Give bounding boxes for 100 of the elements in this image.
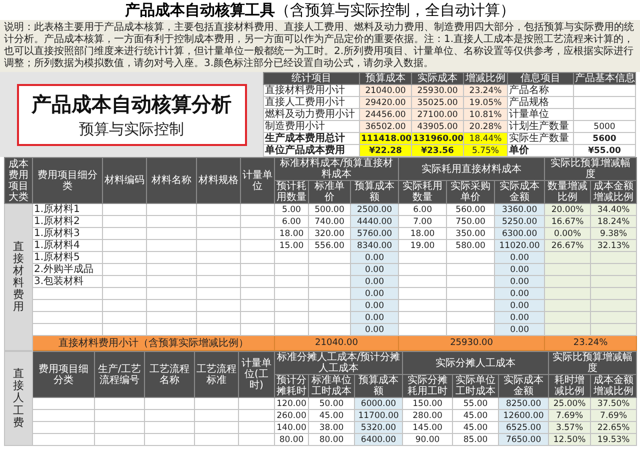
table-cell: 55.00 [452, 398, 499, 410]
table-cell: 35025.00 [412, 96, 464, 108]
column-header: 增减比例 [464, 72, 508, 84]
table-cell: 6400.00 [354, 434, 403, 446]
table-cell: ¥23.56 [412, 144, 464, 156]
table-cell: 产品名称 [508, 84, 574, 96]
table-cell: 27100.00 [412, 108, 464, 120]
table-cell: 8250.00 [498, 398, 549, 410]
table-cell: 2.外购半成品 [32, 264, 102, 276]
table-cell: 0.00 [350, 252, 399, 264]
table-cell: 145.00 [402, 422, 453, 434]
table-cell: 0.00 [350, 276, 399, 288]
table-cell: 0.00 [494, 288, 545, 300]
description-text: 说明：此表格主要用于产品成本核算，主要包括直接材料费用、直接人工费用、燃料及动力费用、制造费用四大部分，包括预算与实际费用的统计分析。产品成本核算，一方面有利于控制成本费用，另一方面可以作为产品定价的重要依据。注：1.直接人工成本是按照工艺流程来计算的，也可以直接按照部门维度来进行统计计算，但计量单位一般都统一为工时。2.所列费用项目、计量单位、名称设置等仅供参考，应根据实际进行调整；所列数据为模拟数值，请勿对号入座。3.颜色标注部分已经设置自动公式，请勿录入数据。 [0, 20, 640, 72]
banner-title: 产品成本自动核算分析 [32, 90, 232, 118]
table-cell: 1.原材料4 [32, 240, 102, 252]
table-cell: 16.67% [544, 216, 591, 228]
column-header: 数量增减比例 [544, 180, 591, 204]
column-header: 实际采购单价 [446, 180, 495, 204]
table-cell: 1.原材料1 [32, 204, 102, 216]
table-cell: 750.00 [446, 216, 495, 228]
column-header: 生产/工艺流程编号 [94, 352, 144, 398]
column-header: 材料名称 [146, 158, 196, 204]
table-cell: 45.00 [452, 422, 499, 434]
table-cell: 29420.00 [360, 96, 412, 108]
column-header: 标准材料成本/预算直接材料成本 [274, 158, 399, 180]
column-header: 材料编码 [102, 158, 146, 204]
table-cell: 22.65% [590, 422, 637, 434]
table-cell: 燃料及动力费用小计 [264, 108, 360, 120]
table-cell: 1.原材料2 [32, 216, 102, 228]
table-cell: 0.00 [350, 312, 399, 324]
column-header: 预算成本额 [354, 374, 403, 398]
table-cell: 0.00 [494, 264, 545, 276]
table-cell: 0.00 [494, 324, 545, 336]
subtotal-value: 25930.00 [398, 336, 545, 350]
table-cell: 26.67% [544, 240, 591, 252]
table-cell: 10.81% [464, 108, 508, 120]
table-cell: 19.53% [590, 434, 637, 446]
table-cell: 7650.00 [498, 434, 549, 446]
table-cell: 直接材料费用小计 [264, 84, 360, 96]
table-cell: 12600.00 [498, 410, 549, 422]
column-header: 标准单位工时成本 [308, 374, 354, 398]
column-header: 计量单位(工时) [238, 352, 274, 398]
table-cell: 5320.00 [354, 422, 403, 434]
table-cell: 0.00% [544, 228, 591, 240]
table-cell: 43905.00 [412, 120, 464, 132]
table-cell: 37.50% [590, 398, 637, 410]
table-cell: 9.38% [590, 228, 637, 240]
table-cell: 34.40% [590, 204, 637, 216]
table-cell: 单位产品成本费用 [264, 144, 360, 156]
table-cell: 6000.00 [354, 398, 403, 410]
column-header: 成本费用项目大类 [4, 158, 32, 204]
table-cell: 6525.00 [498, 422, 549, 434]
table-cell: 20.28% [464, 120, 508, 132]
table-cell: 25930.00 [412, 84, 464, 96]
table-cell: 7.69% [590, 410, 637, 422]
table-cell: ¥55.00 [574, 144, 636, 156]
sheet-title: 产品成本自动核算工具（含预算与实际控制，全自动计算） [124, 0, 516, 20]
column-header: 费用项目细分类 [32, 158, 102, 204]
column-header: 耗时增减比例 [548, 374, 591, 398]
table-cell: 2500.00 [350, 204, 399, 216]
column-header: 预算成本 [360, 72, 412, 84]
column-header: 材料规格 [196, 158, 240, 204]
table-cell: 计量单位 [508, 108, 574, 120]
table-cell: 18.44% [464, 132, 508, 144]
table-cell: 90.00 [402, 434, 453, 446]
column-header: 成本金额增减比例 [590, 374, 637, 398]
table-cell: 50.00 [308, 398, 354, 410]
table-cell: 单价 [508, 144, 574, 156]
table-cell: 3360.00 [494, 204, 545, 216]
column-header: 工艺流程名称 [144, 352, 194, 398]
column-header: 产品基本信息 [574, 72, 636, 84]
table-cell: 11020.00 [494, 240, 545, 252]
table-cell: 560.00 [446, 204, 495, 216]
table-cell: 19.05% [464, 96, 508, 108]
table-cell: 350.00 [446, 228, 495, 240]
table-cell: 生产成本费用总计 [264, 132, 360, 144]
table-cell: 实际生产数量 [508, 132, 574, 144]
column-header: 预算成本额 [350, 180, 399, 204]
table-cell: 23.24% [464, 84, 508, 96]
table-cell: ¥22.28 [360, 144, 412, 156]
column-header: 预计分摊耗时 [274, 374, 308, 398]
subtotal-value: 21040.00 [274, 336, 399, 350]
column-header: 实际单位工时成本 [452, 374, 499, 398]
table-cell: 0.00 [494, 300, 545, 312]
table-cell: 7.00 [398, 216, 447, 228]
table-cell: 45.00 [452, 410, 499, 422]
table-cell: 1.原材料3 [32, 228, 102, 240]
table-cell: 38.00 [308, 422, 354, 434]
table-cell: 19.00 [398, 240, 447, 252]
column-header: 实际耗用直接材料成本 [398, 158, 545, 180]
subtotal-label: 直接材料费用小计（含预算实际增减比例） [32, 336, 274, 350]
table-cell: 580.00 [446, 240, 495, 252]
column-header: 实际成本金额 [498, 374, 549, 398]
table-cell: 24456.00 [360, 108, 412, 120]
table-cell: 5250.00 [494, 216, 545, 228]
table-cell: 8340.00 [350, 240, 399, 252]
table-cell: 80.00 [308, 434, 354, 446]
table-cell: 36502.00 [360, 120, 412, 132]
column-header: 成本金额增减比例 [590, 180, 637, 204]
